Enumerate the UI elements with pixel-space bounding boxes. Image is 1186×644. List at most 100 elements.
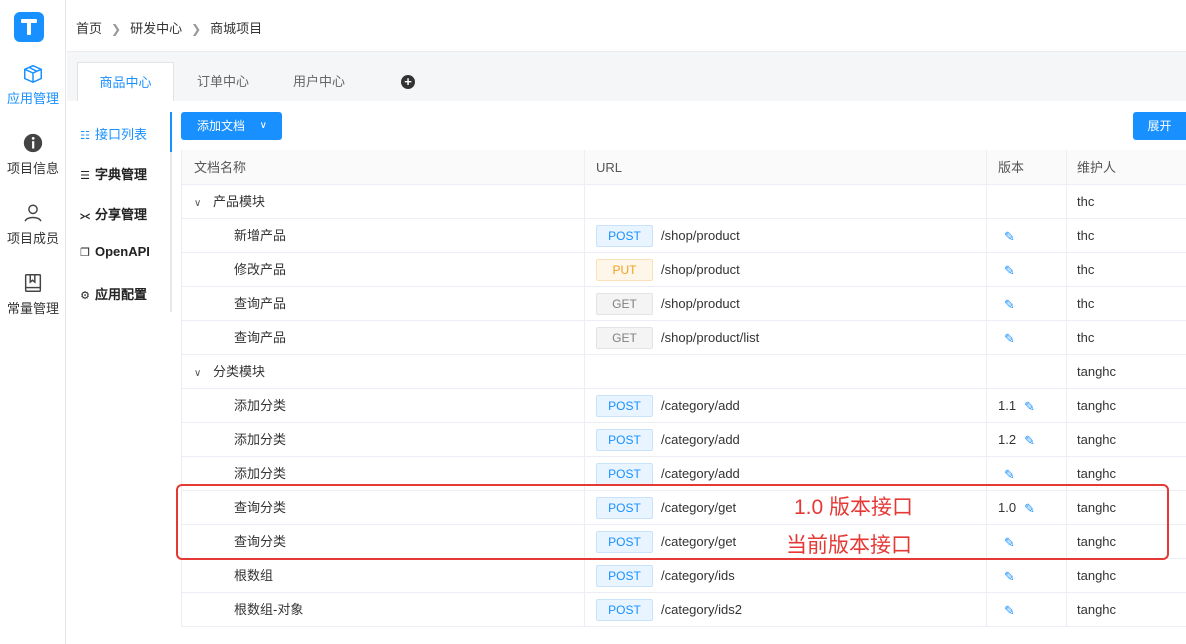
breadcrumb-home[interactable]: 首页 [76, 21, 102, 36]
doc-name-cell: 添加分类 [181, 423, 584, 456]
doc-name-cell: 查询产品 [181, 287, 584, 320]
add-tab-icon[interactable]: + [401, 75, 415, 89]
doc-name[interactable]: 查询产品 [234, 330, 286, 345]
user-icon [24, 204, 42, 222]
method-badge: POST [596, 224, 653, 247]
version-cell: ✎ [986, 321, 1066, 354]
nav-item-project-info[interactable]: 项目信息 [0, 132, 66, 177]
url-text: /category/add [661, 432, 740, 447]
doc-name-cell: 查询产品 [181, 321, 584, 354]
method-badge: GET [596, 292, 653, 315]
subnav-item-dictionary[interactable]: ☰ 字典管理 [79, 164, 147, 183]
method-badge: POST [596, 598, 653, 621]
doc-name[interactable]: 添加分类 [234, 466, 286, 481]
url-text: /category/add [661, 398, 740, 413]
method-badge: POST [596, 564, 653, 587]
edit-icon[interactable]: ✎ [1024, 424, 1035, 458]
annotation-highlight-box [176, 484, 1169, 560]
chevron-down-icon: ∨ [259, 120, 267, 131]
expand-button[interactable]: 展开 [1133, 112, 1186, 140]
share-icon: ⪥ [80, 210, 90, 222]
breadcrumb-rd-center[interactable]: 研发中心 [130, 21, 182, 36]
url-cell: POST/category/ids [584, 559, 986, 592]
doc-name-cell: 根数组-对象 [181, 593, 584, 626]
left-nav: 应用管理 项目信息 项目成员 常量管理 [0, 0, 66, 644]
subnav-item-app-config[interactable]: ⚙ 应用配置 [79, 284, 147, 303]
maintainer-cell: tanghc [1066, 355, 1186, 388]
maintainer-cell: tanghc [1066, 423, 1186, 456]
url-text: /shop/product/list [661, 330, 760, 345]
tab-product-center[interactable]: 商品中心 [77, 62, 174, 101]
url-text: /category/ids [661, 568, 735, 583]
table-row[interactable]: 添加分类 POST/category/add 1.1 ✎ tanghc [181, 389, 1186, 423]
tab-order-center[interactable]: 订单中心 [187, 62, 259, 101]
nav-item-app-management[interactable]: 应用管理 [0, 62, 66, 107]
edit-icon[interactable]: ✎ [1004, 220, 1015, 254]
table-header: 文档名称 URL 版本 维护人 [181, 150, 1186, 185]
doc-name-cell: ∨ 产品模块 [181, 185, 584, 218]
table-row[interactable]: 根数组-对象 POST/category/ids2 ✎ tanghc [181, 593, 1186, 627]
table-row[interactable]: 添加分类 POST/category/add 1.2 ✎ tanghc [181, 423, 1186, 457]
annotation-v1-label: 1.0 版本接口 [794, 496, 914, 519]
maintainer-cell: tanghc [1066, 389, 1186, 422]
edit-icon[interactable]: ✎ [1004, 322, 1015, 356]
subnav-item-api-list[interactable]: ☷ 接口列表 [79, 124, 147, 143]
doc-name[interactable]: 添加分类 [234, 432, 286, 447]
version-cell [986, 355, 1066, 388]
doc-name[interactable]: 产品模块 [213, 194, 265, 209]
add-document-button[interactable]: 添加文档 ∨ [181, 112, 282, 140]
edit-icon[interactable]: ✎ [1004, 594, 1015, 628]
folder-row[interactable]: ∨ 分类模块 tanghc [181, 355, 1186, 389]
info-icon [23, 133, 43, 153]
subnav-item-share[interactable]: ⪥ 分享管理 [79, 204, 147, 223]
nav-item-constants[interactable]: 常量管理 [0, 272, 66, 317]
maintainer-cell: thc [1066, 185, 1186, 218]
chevron-down-icon[interactable]: ∨ [194, 357, 208, 391]
nav-item-project-members[interactable]: 项目成员 [0, 202, 66, 247]
version-text: 1.1 [998, 398, 1017, 413]
book-icon [24, 274, 42, 292]
nav-label: 项目成员 [6, 231, 59, 246]
url-cell: GET/shop/product [584, 287, 986, 320]
bookmark-icon: ❐ [80, 247, 90, 259]
chevron-down-icon[interactable]: ∨ [194, 187, 208, 221]
folder-row[interactable]: ∨ 产品模块 thc [181, 185, 1186, 219]
subnav-item-openapi[interactable]: ❐ OpenAPI [79, 244, 150, 259]
tab-user-center[interactable]: 用户中心 [283, 62, 355, 101]
doc-name[interactable]: 查询产品 [234, 296, 286, 311]
edit-icon[interactable]: ✎ [1004, 560, 1015, 594]
version-cell: ✎ [986, 219, 1066, 252]
doc-name-cell: 新增产品 [181, 219, 584, 252]
box-icon [24, 64, 42, 83]
table-row[interactable]: 查询产品 GET/shop/product ✎ thc [181, 287, 1186, 321]
gear-icon: ⚙ [80, 290, 90, 302]
top-bar: 首页 ❯ 研发中心 ❯ 商城项目 [67, 0, 1186, 52]
tab-bar: 商品中心 订单中心 用户中心 + [67, 52, 1186, 101]
doc-name[interactable]: 根数组-对象 [234, 602, 303, 617]
edit-icon[interactable]: ✎ [1004, 288, 1015, 322]
version-cell: ✎ [986, 287, 1066, 320]
edit-icon[interactable]: ✎ [1024, 390, 1035, 424]
subnav-label: OpenAPI [95, 244, 150, 259]
edit-icon[interactable]: ✎ [1004, 254, 1015, 288]
header-doc-name: 文档名称 [181, 150, 584, 184]
breadcrumb-project: 商城项目 [210, 21, 263, 36]
table-row[interactable]: 修改产品 PUT/shop/product ✎ thc [181, 253, 1186, 287]
doc-name[interactable]: 分类模块 [213, 364, 265, 379]
subnav-active-indicator [170, 112, 172, 152]
url-cell [584, 185, 986, 218]
nav-label: 应用管理 [6, 91, 59, 106]
table-row[interactable]: 根数组 POST/category/ids ✎ tanghc [181, 559, 1186, 593]
table-row[interactable]: 查询产品 GET/shop/product/list ✎ thc [181, 321, 1186, 355]
doc-name[interactable]: 根数组 [234, 568, 273, 583]
doc-name[interactable]: 新增产品 [234, 228, 286, 243]
url-text: /category/ids2 [661, 602, 742, 617]
url-cell [584, 355, 986, 388]
app-logo[interactable] [14, 12, 44, 42]
doc-name[interactable]: 修改产品 [234, 262, 286, 277]
method-badge: GET [596, 326, 653, 349]
grid-icon: ☷ [80, 130, 90, 142]
doc-name[interactable]: 添加分类 [234, 398, 286, 413]
table-row[interactable]: 新增产品 POST/shop/product ✎ thc [181, 219, 1186, 253]
url-cell: POST/category/add [584, 423, 986, 456]
